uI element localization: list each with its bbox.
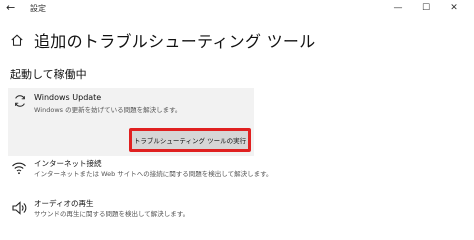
list-item-internet-connection[interactable]: インターネット接続 インターネットまたは Web サイトへの接続に関する問題を検…: [8, 158, 272, 182]
close-icon: ✕: [450, 3, 458, 13]
speaker-icon: [12, 201, 27, 215]
list-item-audio-playback[interactable]: オーディオの再生 サウンドの再生に関する問題を検出して解決します。: [8, 198, 268, 222]
back-arrow-icon: ←: [6, 1, 16, 14]
windows-update-panel[interactable]: Windows Update Windows の更新を妨げている問題を解決します…: [8, 88, 254, 156]
window-controls: — ☐ ✕: [384, 1, 468, 15]
minimize-button[interactable]: —: [384, 1, 412, 15]
maximize-icon: ☐: [421, 3, 431, 13]
windows-update-name: Windows Update: [34, 93, 102, 102]
home-icon[interactable]: [10, 33, 24, 47]
audio-playback-description: サウンドの再生に関する問題を検出して解決します。: [34, 210, 190, 218]
page-header: 追加のトラブルシューティング ツール: [10, 30, 316, 51]
title-bar: ← 設定 — ☐ ✕: [0, 0, 474, 18]
wifi-icon: [12, 162, 26, 175]
internet-connection-description: インターネットまたは Web サイトへの接続に関する問題を検出して解決します。: [34, 170, 273, 178]
page-title: 追加のトラブルシューティング ツール: [34, 32, 316, 51]
run-troubleshooter-button[interactable]: トラブルシューティング ツールの実行: [129, 128, 251, 152]
windows-update-description: Windows の更新を妨げている問題を解決します。: [34, 106, 182, 114]
run-troubleshooter-label: トラブルシューティング ツールの実行: [133, 137, 247, 145]
close-button[interactable]: ✕: [440, 1, 468, 15]
window-title: 設定: [30, 4, 46, 13]
back-button[interactable]: ←: [6, 2, 18, 14]
maximize-button[interactable]: ☐: [412, 1, 440, 15]
refresh-icon: [15, 95, 25, 107]
section-title: 起動して稼働中: [10, 68, 87, 81]
minimize-icon: —: [393, 3, 403, 13]
